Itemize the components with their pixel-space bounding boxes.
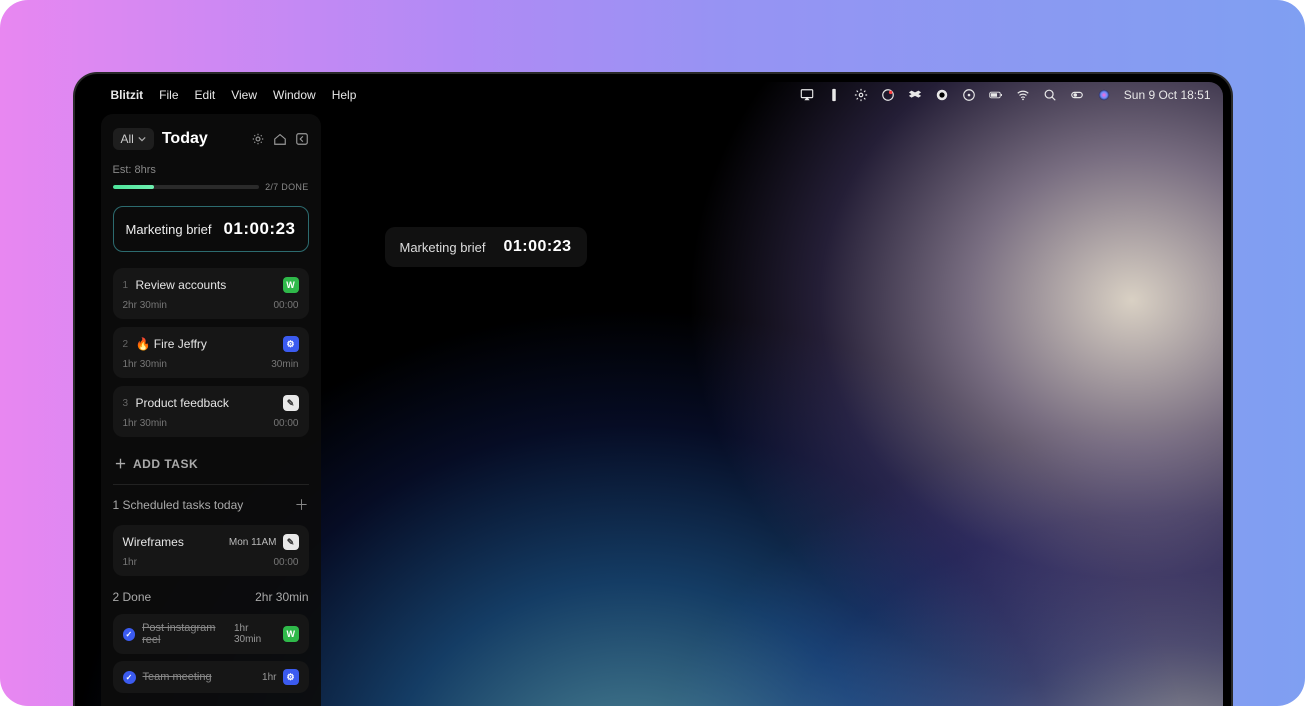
done-task-name: Post instagram reel [142, 622, 234, 646]
scheduled-section-header: 1 Scheduled tasks today [113, 498, 244, 512]
add-task-label: ADD TASK [133, 457, 198, 471]
status-icon-2[interactable] [935, 88, 949, 102]
checkmark-icon [123, 671, 136, 684]
add-task-button[interactable]: ＋ ADD TASK [113, 445, 309, 484]
done-task-duration: 1hr [262, 672, 276, 683]
task-number: 3 [123, 398, 129, 409]
airplay-icon[interactable] [800, 88, 814, 102]
menu-edit[interactable]: Edit [195, 88, 216, 102]
task-elapsed: 00:00 [273, 300, 298, 311]
menu-file[interactable]: File [159, 88, 178, 102]
battery-icon[interactable] [989, 88, 1003, 102]
estimate-label: Est: 8hrs [113, 164, 309, 176]
done-section-header: 2 Done [113, 590, 152, 604]
chevron-down-icon [138, 135, 146, 143]
menu-window[interactable]: Window [273, 88, 316, 102]
task-estimate: 1hr 30min [123, 418, 167, 429]
task-elapsed: 30min [271, 359, 298, 370]
scheduled-task-time: Mon 11AM [229, 537, 277, 548]
task-number: 2 [123, 339, 129, 350]
divider [113, 484, 309, 485]
scheduled-task-elapsed: 00:00 [273, 557, 298, 568]
app-badge-icon: W [283, 277, 299, 293]
scheduled-task-name: Wireframes [123, 535, 184, 549]
siri-icon[interactable] [1097, 88, 1111, 102]
floating-timer-task-name: Marketing brief [400, 240, 486, 255]
dropbox-icon[interactable] [908, 88, 922, 102]
status-icon-1[interactable] [827, 88, 841, 102]
app-badge-icon: ✎ [283, 395, 299, 411]
task-name: Product feedback [136, 396, 229, 410]
app-badge-icon: ⚙ [283, 669, 299, 685]
home-icon[interactable] [273, 132, 287, 146]
settings-icon[interactable] [251, 132, 265, 146]
task-name: 🔥 Fire Jeffry [136, 337, 207, 351]
task-card[interactable]: 3 Product feedback ✎ 1hr 30min 00:00 [113, 386, 309, 437]
app-name[interactable]: Blitzit [111, 88, 144, 102]
current-task-card[interactable]: Marketing brief 01:00:23 [113, 206, 309, 252]
task-card[interactable]: 1 Review accounts W 2hr 30min 00:00 [113, 268, 309, 319]
settings-gear-icon[interactable] [854, 88, 868, 102]
filter-label: All [121, 132, 134, 146]
app-badge-icon: ⚙ [283, 336, 299, 352]
task-elapsed: 00:00 [273, 418, 298, 429]
page-title: Today [162, 130, 208, 148]
done-task-duration: 1hr 30min [234, 623, 277, 645]
task-estimate: 2hr 30min [123, 300, 167, 311]
menubar-clock[interactable]: Sun 9 Oct 18:51 [1124, 88, 1211, 102]
app-badge-icon: ✎ [283, 534, 299, 550]
scheduled-task-card[interactable]: Wireframes Mon 11AM ✎ 1hr 00:00 [113, 525, 309, 576]
done-task-card[interactable]: Team meeting 1hr ⚙ [113, 661, 309, 693]
menu-view[interactable]: View [231, 88, 257, 102]
spotlight-search-icon[interactable] [1043, 88, 1057, 102]
checkmark-icon [123, 628, 136, 641]
task-estimate: 1hr 30min [123, 359, 167, 370]
task-number: 1 [123, 280, 129, 291]
task-card[interactable]: 2 🔥 Fire Jeffry ⚙ 1hr 30min 30min [113, 327, 309, 378]
current-task-name: Marketing brief [126, 222, 212, 237]
app-badge-icon: W [283, 626, 298, 642]
menu-help[interactable]: Help [332, 88, 357, 102]
progress-count: 2/7 DONE [265, 182, 308, 192]
plus-icon: ＋ [115, 455, 128, 472]
progress-bar [113, 185, 260, 189]
current-task-timer: 01:00:23 [223, 219, 295, 239]
done-section-total: 2hr 30min [255, 590, 308, 604]
record-status-icon[interactable] [881, 88, 895, 102]
app-sidebar-window: All Today Est: 8hrs 2/7 DONE [101, 114, 321, 706]
done-task-card[interactable]: Post instagram reel1hr 30min W [113, 614, 309, 654]
control-center-icon[interactable] [1070, 88, 1084, 102]
status-icon-3[interactable] [962, 88, 976, 102]
floating-timer-value: 01:00:23 [503, 238, 571, 256]
task-name: Review accounts [136, 278, 227, 292]
scheduled-task-estimate: 1hr [123, 557, 137, 568]
wifi-icon[interactable] [1016, 88, 1030, 102]
floating-timer-widget[interactable]: Marketing brief 01:00:23 [385, 227, 587, 267]
collapse-icon[interactable] [295, 132, 309, 146]
add-scheduled-button[interactable]: ＋ [295, 495, 309, 515]
done-task-name: Team meeting [143, 671, 212, 683]
list-filter-chip[interactable]: All [113, 128, 154, 150]
